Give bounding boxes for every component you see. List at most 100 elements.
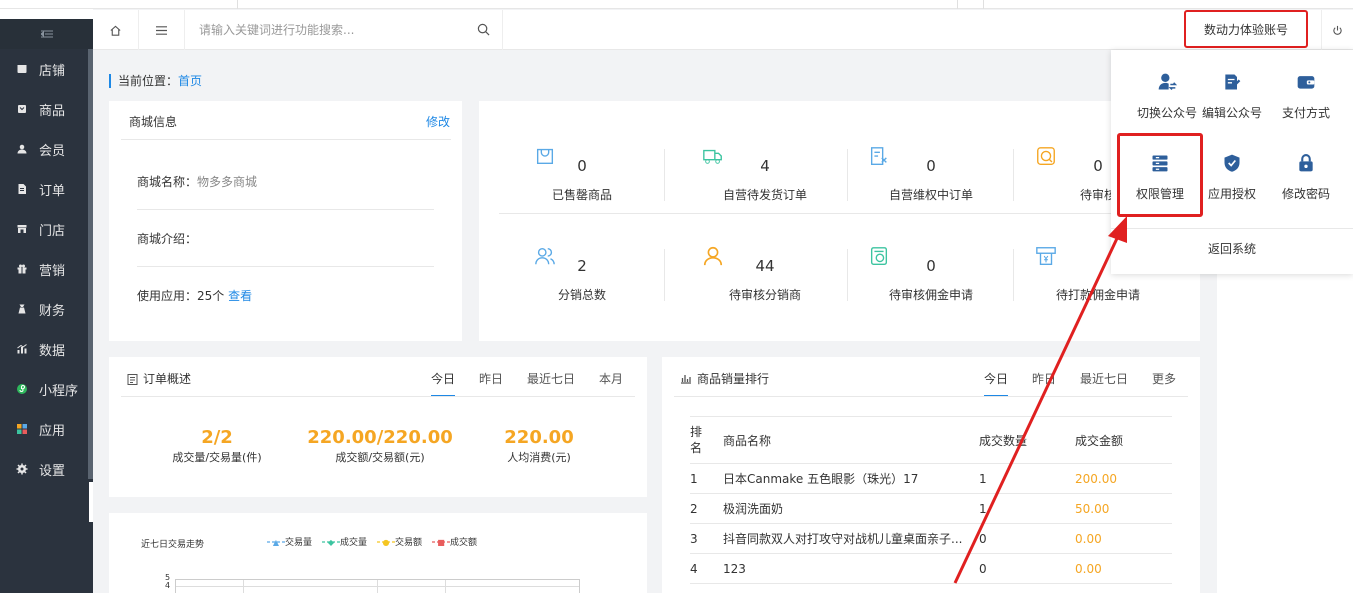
sidebar-item-label: 商品	[39, 103, 66, 119]
dropdown-item[interactable]: 编辑公众号	[1196, 72, 1268, 138]
dropdown-item-label: 编辑公众号	[1201, 106, 1262, 120]
stat-item[interactable]: 44 待审核分销商	[682, 245, 848, 325]
search-input[interactable]	[185, 10, 475, 50]
order-metric-caption: 成交量/交易量(件)	[172, 451, 262, 464]
dropdown-item[interactable]: 切换公众号	[1131, 72, 1203, 138]
shop-info-edit-link[interactable]: 修改	[426, 113, 450, 130]
divider	[664, 149, 665, 201]
sidebar-item[interactable]: 订单	[0, 169, 93, 209]
search-icon[interactable]	[477, 23, 490, 39]
sidebar-item-label: 应用	[39, 423, 66, 439]
cell-rank: 1	[690, 463, 723, 494]
dropdown-item-label: 切换公众号	[1136, 106, 1197, 120]
logout-button[interactable]	[1321, 10, 1353, 50]
cell-product-name: 日本Canmake 五色眼影（珠光）17	[723, 463, 979, 494]
y-tick-label: 4	[165, 581, 171, 590]
column-header-qty: 成交数量	[979, 416, 1075, 464]
sidebar-item[interactable]: 营销	[0, 249, 93, 289]
legend-label: 交易量	[285, 538, 313, 548]
finance-icon	[16, 303, 28, 315]
shop-apps-row: 使用应用：25个 查看	[137, 287, 434, 304]
table-row[interactable]: 4 123 0 0.00	[690, 553, 1172, 584]
svg-text:◆: ◆	[328, 538, 335, 546]
shop-apps-view-link[interactable]: 查看	[228, 289, 252, 303]
table-row[interactable]: 1 日本Canmake 五色眼影（珠光）17 1 200.00	[690, 463, 1172, 494]
dropdown-item[interactable]: 应用授权	[1196, 153, 1268, 219]
tab[interactable]: 昨日	[479, 370, 503, 397]
tab[interactable]: 最近七日	[1080, 370, 1128, 397]
tab[interactable]: 今日	[984, 370, 1009, 397]
table-row[interactable]: 3 抖音同款双人对打攻守对战机儿童桌面亲子... 0 0.00	[690, 523, 1172, 554]
sidebar-item-label: 门店	[39, 223, 66, 239]
tab[interactable]: 昨日	[1032, 370, 1056, 397]
stat-value: 0	[577, 157, 587, 175]
stat-item[interactable]: 0 待审核佣金申请	[848, 245, 1014, 325]
ranking-tabs: 今日 昨日 最近七日 更多	[960, 370, 1176, 397]
sidebar-item[interactable]: 门店	[0, 209, 93, 249]
bar-chart-icon	[681, 375, 691, 384]
sidebar-item[interactable]: 店铺	[0, 49, 93, 89]
tab[interactable]: 今日	[431, 370, 456, 397]
sidebar-item-label: 店铺	[39, 63, 66, 79]
svg-text:●: ●	[383, 538, 390, 546]
stat-icon	[1035, 245, 1057, 267]
cell-amount: 0.00	[1075, 553, 1172, 584]
legend-label: 成交量	[340, 538, 368, 548]
order-icon	[16, 183, 28, 195]
legend-item[interactable]: ■ 成交额	[432, 535, 477, 548]
cell-rank: 2	[690, 493, 723, 524]
order-metric-value: 2/2	[201, 427, 233, 448]
miniprogram-icon	[16, 383, 28, 395]
menu-button[interactable]	[139, 10, 185, 50]
legend-item[interactable]: ● 交易额	[377, 535, 422, 548]
sidebar-item[interactable]: 财务	[0, 289, 93, 329]
dropdown-item[interactable]: 支付方式	[1270, 72, 1342, 138]
wallet-icon	[1295, 72, 1317, 94]
order-metric-value: 220.00	[504, 427, 574, 448]
shop-icon	[16, 223, 28, 235]
sidebar-item[interactable]: 商品	[0, 89, 93, 129]
sidebar-item[interactable]: 会员	[0, 129, 93, 169]
dropdown-item-label: 修改密码	[1281, 187, 1330, 201]
divider	[664, 249, 665, 301]
top-strip-divider	[237, 0, 238, 9]
apps-icon	[16, 423, 28, 435]
sales-ranking-title: 商品销量排行	[680, 370, 769, 387]
sales-ranking-table: 排名 商品名称 成交数量 成交金额 1 日本Canmake 五色眼影（珠光）17 1…	[690, 416, 1172, 584]
sidebar-item[interactable]: 应用	[0, 409, 93, 449]
divider	[137, 266, 434, 267]
cell-product-name: 抖音同款双人对打攻守对战机儿童桌面亲子...	[723, 523, 979, 554]
sidebar-collapse-button[interactable]	[0, 19, 93, 49]
breadcrumb-home-link[interactable]: 首页	[178, 74, 202, 88]
tab[interactable]: 本月	[599, 370, 623, 397]
sidebar-item[interactable]: 小程序	[0, 369, 93, 409]
clipboard-icon	[127, 373, 138, 385]
table-row[interactable]: 2 极润洗面奶 1 50.00	[690, 493, 1172, 524]
stat-label: 待打款佣金申请	[1055, 288, 1140, 302]
shop-apps-label: 使用应用：25个	[137, 289, 225, 303]
breadcrumb: 当前位置：首页	[109, 74, 202, 88]
order-metric: 220.00 人均消费(元)	[464, 427, 614, 465]
order-metric: 2/2 成交量/交易量(件)	[142, 427, 292, 465]
stat-item[interactable]: 2 分销总数	[499, 245, 665, 325]
back-to-system-link[interactable]: 返回系统	[1111, 240, 1353, 257]
legend-item[interactable]: ▲ 交易量	[267, 535, 312, 548]
svg-text:■: ■	[437, 538, 445, 546]
legend-item[interactable]: ◆ 成交量	[322, 535, 367, 548]
sidebar-item[interactable]: 设置	[0, 449, 93, 489]
account-button[interactable]: 数动力体验账号	[1184, 10, 1308, 48]
sidebar-scrollbar[interactable]	[88, 49, 93, 479]
highlight-box	[1117, 133, 1203, 217]
divider	[1013, 249, 1014, 301]
tab[interactable]: 最近七日	[527, 370, 575, 397]
tab[interactable]: 更多	[1152, 370, 1176, 397]
home-button[interactable]	[93, 10, 139, 50]
member-icon	[16, 143, 28, 155]
top-strip-divider	[983, 0, 984, 9]
dropdown-item[interactable]: 修改密码	[1270, 153, 1342, 219]
cell-amount: 0.00	[1075, 523, 1172, 554]
sidebar-item[interactable]: 数据	[0, 329, 93, 369]
divider	[1013, 149, 1014, 201]
chart-icon	[16, 343, 28, 355]
stat-value: 2	[577, 257, 587, 275]
